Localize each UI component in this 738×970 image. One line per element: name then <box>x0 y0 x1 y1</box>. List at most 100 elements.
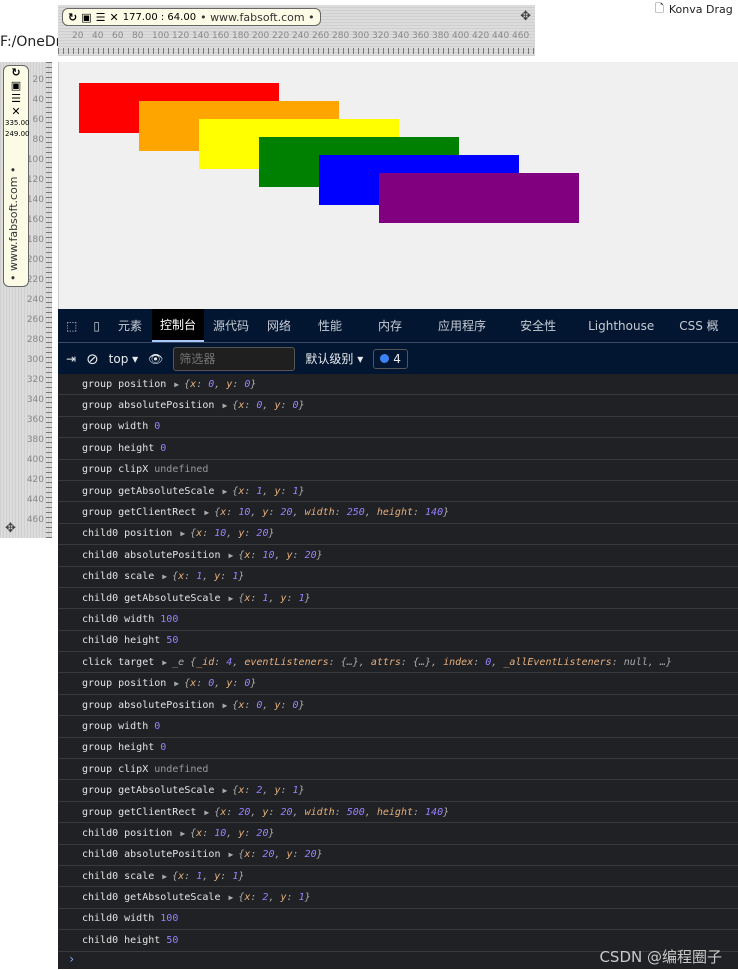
ruler-tick-label: 60 <box>32 115 44 125</box>
message-value[interactable]: {x: 1, y: 1} <box>172 871 244 882</box>
site-label: • www.fabsoft.com • <box>7 166 20 282</box>
issues-badge[interactable]: 4 <box>373 348 408 369</box>
console-message: child0 width 100 <box>58 909 738 931</box>
live-expression-icon[interactable]: 👁 <box>148 352 163 366</box>
expand-triangle-icon[interactable]: ▶ <box>204 508 209 517</box>
console-message: child0 absolutePosition ▶ {x: 20, y: 20} <box>58 845 738 866</box>
expand-triangle-icon[interactable]: ▶ <box>162 872 167 881</box>
vertical-ruler[interactable]: 20 40 60 80 100 120 140 160 180 200 220 240 260 280 30… <box>0 62 52 538</box>
ruler-tick-label: 160 <box>26 215 44 225</box>
expand-triangle-icon[interactable]: ▶ <box>222 701 227 710</box>
filter-input[interactable] <box>173 346 296 371</box>
tab-5[interactable]: 内存 <box>360 309 420 342</box>
ruler-tick-label: 440 <box>26 495 44 505</box>
expand-triangle-icon[interactable]: ▶ <box>222 401 227 410</box>
tab-title: Konva Drag <box>668 2 733 16</box>
device-toolbar-icon[interactable]: ▯ <box>85 309 108 342</box>
console-message: group position ▶ {x: 0, y: 0} <box>58 374 738 396</box>
devtools-tabs: ⬚ ▯ 元素 控制台 源代码 网络 性能 内存 应用程序 安全性 Lighthouse CSS 概 <box>58 309 738 343</box>
menu-icon[interactable]: ☰ <box>4 92 28 105</box>
expand-triangle-icon[interactable]: ▶ <box>222 786 227 795</box>
expand-triangle-icon[interactable]: ▶ <box>204 808 209 817</box>
console-message: group absolutePosition ▶ {x: 0, y: 0} <box>58 695 738 717</box>
ruler-tick-label: 200 <box>26 255 44 265</box>
ruler-tick-label: 220 <box>272 31 290 41</box>
message-value[interactable]: {x: 2, y: 1} <box>238 892 310 903</box>
clear-console-icon[interactable]: ⊘ <box>86 350 99 368</box>
expand-triangle-icon[interactable]: ▶ <box>174 380 179 389</box>
log-level-select[interactable]: 默认级别 ▾ <box>305 350 363 367</box>
rotate-icon[interactable]: ↻ <box>4 66 28 79</box>
ruler-tick-label: 240 <box>292 31 310 41</box>
tab-8[interactable]: Lighthouse <box>572 309 670 342</box>
expand-triangle-icon[interactable]: ▶ <box>222 487 227 496</box>
tab-9[interactable]: CSS 概 <box>670 309 727 342</box>
close-icon[interactable]: ✕ <box>4 105 28 118</box>
move-icon[interactable]: ✥ <box>520 9 531 24</box>
menu-icon[interactable]: ☰ <box>96 11 106 24</box>
message-value[interactable]: {x: 20, y: 20} <box>238 849 322 860</box>
sidebar-toggle-icon[interactable]: ⇥ <box>66 352 76 366</box>
message-value[interactable]: {x: 10, y: 20} <box>190 528 274 539</box>
close-icon[interactable]: ✕ <box>110 11 119 24</box>
calculator-icon[interactable]: ▣ <box>4 79 28 92</box>
horizontal-ruler[interactable]: ↻ ▣ ☰ ✕ 177.00 : 64.00 • www.fabsoft.com… <box>58 5 535 56</box>
ruler-tick-label: 100 <box>26 155 44 165</box>
message-value[interactable]: {x: 20, y: 20, width: 500, height: 140} <box>214 807 449 818</box>
message-value: undefined <box>154 464 209 476</box>
page-icon: 🗋 <box>655 1 664 15</box>
message-value[interactable]: {x: 1, y: 1} <box>172 571 244 582</box>
message-label: child0 position <box>82 528 173 540</box>
ruler-tick-label: 320 <box>26 375 44 385</box>
ruler-tick-label: 380 <box>26 435 44 445</box>
tab-6[interactable]: 应用程序 <box>420 309 504 342</box>
expand-triangle-icon[interactable]: ▶ <box>228 850 233 859</box>
message-value[interactable]: {x: 1, y: 1} <box>238 593 310 604</box>
message-label: child0 width <box>82 913 155 925</box>
tab-2[interactable]: 源代码 <box>204 309 258 342</box>
message-value[interactable]: {x: 0, y: 0} <box>184 678 256 689</box>
inspect-icon[interactable]: ⬚ <box>58 309 85 342</box>
ruler-tick-label: 20 <box>32 75 44 85</box>
tab-3[interactable]: 网络 <box>258 309 300 342</box>
message-value[interactable]: {x: 0, y: 0} <box>184 379 256 390</box>
ruler-tick-label: 460 <box>512 31 530 41</box>
message-value[interactable]: {x: 0, y: 0} <box>232 700 304 711</box>
message-label: group clipX <box>82 464 149 476</box>
message-value[interactable]: {x: 10, y: 20} <box>190 828 274 839</box>
message-value[interactable]: {x: 2, y: 1} <box>232 785 304 796</box>
rect-5[interactable] <box>379 173 579 223</box>
expand-triangle-icon[interactable]: ▶ <box>228 893 233 902</box>
context-select[interactable]: top ▾ <box>109 352 139 366</box>
expand-triangle-icon[interactable]: ▶ <box>174 679 179 688</box>
expand-triangle-icon[interactable]: ▶ <box>162 572 167 581</box>
calculator-icon[interactable]: ▣ <box>81 11 91 24</box>
console-message: group absolutePosition ▶ {x: 0, y: 0} <box>58 395 738 417</box>
expand-triangle-icon[interactable]: ▶ <box>162 658 167 667</box>
message-value[interactable]: _e {_id: 4, eventListeners: {…}, attrs: … <box>172 657 672 668</box>
message-label: group position <box>82 378 167 390</box>
konva-canvas[interactable] <box>58 62 738 309</box>
move-icon[interactable]: ✥ <box>5 521 16 536</box>
tab-7[interactable]: 安全性 <box>504 309 572 342</box>
ruler-tick-label: 300 <box>26 355 44 365</box>
expand-triangle-icon[interactable]: ▶ <box>228 594 233 603</box>
coord-y: 249.00 <box>5 130 30 138</box>
message-value[interactable]: {x: 1, y: 1} <box>232 486 304 497</box>
ruler-tick-label: 140 <box>26 195 44 205</box>
ruler-tick-label: 340 <box>392 31 410 41</box>
expand-triangle-icon[interactable]: ▶ <box>228 551 233 560</box>
console-message: group height 0 <box>58 738 738 760</box>
message-value[interactable]: {x: 10, y: 20, width: 250, height: 140} <box>214 507 449 518</box>
tab-4[interactable]: 性能 <box>300 309 360 342</box>
console-message: group clipX undefined <box>58 460 738 481</box>
message-value[interactable]: {x: 0, y: 0} <box>232 400 304 411</box>
browser-tab[interactable]: 🗋 Konva Drag <box>655 0 733 18</box>
expand-triangle-icon[interactable]: ▶ <box>180 829 185 838</box>
expand-triangle-icon[interactable]: ▶ <box>180 529 185 538</box>
ruler-tick-label: 220 <box>26 275 44 285</box>
message-value[interactable]: {x: 10, y: 20} <box>238 550 322 561</box>
rotate-icon[interactable]: ↻ <box>68 11 77 24</box>
tab-0[interactable]: 元素 <box>108 309 152 342</box>
tab-1[interactable]: 控制台 <box>151 309 204 342</box>
